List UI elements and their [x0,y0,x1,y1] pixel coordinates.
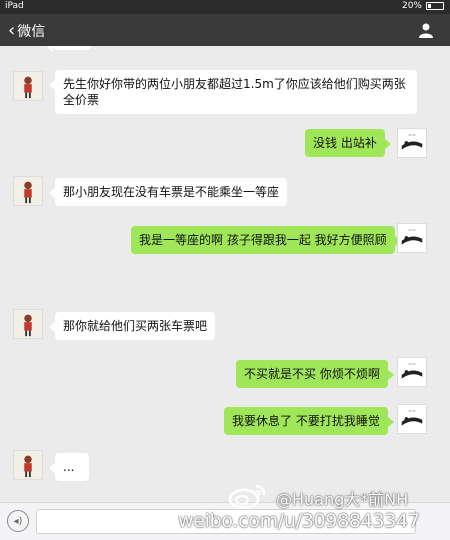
message-bubble: 那小朋友现在没有车票是不能乘坐一等座 [48,178,288,206]
avatar-passenger: ~~ [397,404,427,434]
weibo-logo-icon [228,484,266,510]
nav-bar: ‹ 微信 [0,14,450,46]
watermark-url: weibo.com/u/3098843347 [178,510,420,532]
avatar-conductor [13,309,43,339]
back-label: 微信 [17,24,46,40]
avatar-passenger: ~~ [397,357,427,387]
svg-text:~~: ~~ [408,133,416,138]
status-right: 20% [402,1,444,11]
chat-area: 先生你好你带的两位小朋友都超过1.5m了你应该给他们购买两张全价票 没钱 出站补… [0,46,450,502]
message-bubble: ... [49,453,89,481]
message-bubble: 不买就是不买 你烦不烦啊 [236,360,394,388]
message-bubble: 我要休息了 不要打扰我睡觉 [224,407,394,435]
watermark-handle: @Huang大*前NH [276,490,409,509]
back-button[interactable]: ‹ 微信 [8,21,45,41]
avatar-passenger: ~~ [397,223,427,253]
battery-percent: 20% [401,1,422,11]
device-label: iPad [5,1,24,11]
voice-icon[interactable]: ◂) [7,510,29,532]
chevron-left-icon: ‹ [8,20,16,41]
svg-text:~~: ~~ [408,409,416,414]
message-bubble: 那你就给他们买两张车票吧 [48,312,216,340]
avatar-conductor [13,71,43,101]
svg-text:~~: ~~ [408,362,416,367]
message-bubble: 没钱 出站补 [305,129,391,157]
avatar-conductor [13,450,43,480]
battery-icon [426,2,444,10]
avatar-passenger: ~~ [397,128,427,158]
person-icon[interactable] [418,22,434,38]
avatar-conductor [13,176,43,206]
message-bubble: 我是一等座的啊 孩子得跟我一起 我好方便照顾 [131,226,401,254]
message-bubble-partial [47,46,91,52]
message-bubble: 先生你好你带的两位小朋友都超过1.5m了你应该给他们购买两张全价票 [49,70,417,114]
svg-text:~~: ~~ [408,228,416,233]
status-bar: iPad 20% [0,0,450,14]
